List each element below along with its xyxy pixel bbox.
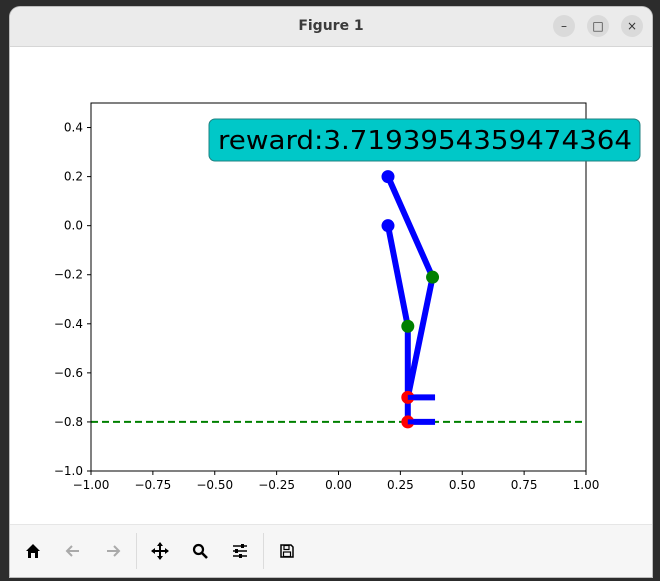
- figure-window: Figure 1 – □ × −1.00 −0.75 −0.50 −0.25 0.00 0…: [10, 7, 652, 577]
- y-tick-label: −0.2: [54, 268, 83, 282]
- joint-1: [381, 219, 395, 233]
- navigation-toolbar: [10, 524, 652, 577]
- back-button[interactable]: [60, 538, 86, 564]
- joint-3: [401, 319, 415, 333]
- arrow-left-icon: [65, 545, 79, 557]
- close-button[interactable]: ×: [621, 15, 643, 37]
- configure-subplots-button[interactable]: [227, 538, 253, 564]
- y-tick-label: −0.4: [54, 317, 83, 331]
- save-icon: [280, 544, 294, 558]
- plot-svg: −1.00 −0.75 −0.50 −0.25 0.00 0.25 0.50 0.75 1.00…: [54, 102, 641, 492]
- arrow-right-icon: [107, 545, 121, 557]
- x-tick-label: 1.00: [573, 478, 600, 492]
- x-tick-label: 0.25: [387, 478, 414, 492]
- y-tick-label: −1.0: [54, 464, 83, 478]
- y-tick-label: 0.0: [64, 219, 83, 233]
- save-button[interactable]: [274, 538, 300, 564]
- title-bar[interactable]: Figure 1 – □ ×: [10, 7, 652, 47]
- figure-canvas[interactable]: −1.00 −0.75 −0.50 −0.25 0.00 0.25 0.50 0.75 1.00…: [10, 47, 652, 524]
- x-tick-label: −0.50: [196, 478, 233, 492]
- y-tick-label: 0.2: [64, 170, 83, 184]
- y-tick-label: −0.6: [54, 366, 83, 380]
- toolbar-separator: [263, 533, 264, 569]
- pan-button[interactable]: [147, 538, 173, 564]
- minimize-button[interactable]: –: [553, 15, 575, 37]
- zoom-icon: [192, 543, 208, 559]
- home-icon: [26, 544, 40, 558]
- x-tick-label: −1.00: [73, 478, 110, 492]
- home-button[interactable]: [20, 538, 46, 564]
- joint-2: [426, 270, 440, 284]
- toolbar-separator: [136, 533, 137, 569]
- x-tick-label: 0.00: [325, 478, 352, 492]
- x-tick-label: −0.75: [134, 478, 171, 492]
- y-tick-label: 0.4: [64, 121, 83, 135]
- y-tick-label: −0.8: [54, 415, 83, 429]
- maximize-button[interactable]: □: [587, 15, 609, 37]
- configure-subplots-icon: [233, 544, 247, 558]
- x-tick-label: −0.25: [258, 478, 295, 492]
- joint-0: [381, 170, 395, 184]
- move-icon: [151, 542, 169, 560]
- x-tick-label: 0.75: [511, 478, 538, 492]
- x-tick-label: 0.50: [449, 478, 476, 492]
- zoom-button[interactable]: [187, 538, 213, 564]
- reward-annotation-text: reward:3.7193954359474364: [218, 126, 632, 156]
- forward-button[interactable]: [100, 538, 126, 564]
